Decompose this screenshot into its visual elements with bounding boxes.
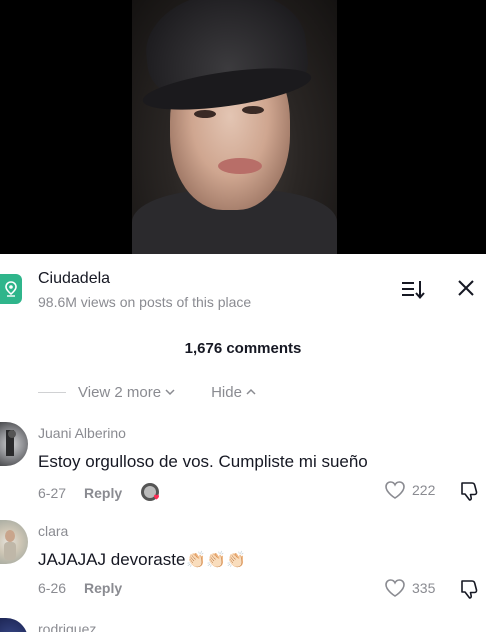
like-button[interactable]: 335 bbox=[384, 578, 435, 598]
avatar[interactable] bbox=[0, 422, 28, 466]
comment-text: Estoy orgulloso de vos. Cumpliste mi sue… bbox=[38, 452, 368, 471]
clapping-hands-emoji: 👏🏻👏🏻👏🏻 bbox=[186, 552, 247, 569]
sort-icon[interactable] bbox=[400, 278, 426, 300]
hide-replies-button[interactable]: Hide bbox=[211, 384, 256, 401]
map-pin-icon[interactable] bbox=[0, 274, 22, 304]
like-button[interactable]: 222 bbox=[384, 480, 435, 500]
chevron-down-icon bbox=[165, 389, 175, 396]
video-frame bbox=[132, 0, 337, 254]
comment-meta: 6-26 Reply bbox=[38, 580, 122, 596]
comment-username[interactable]: rodriguez bbox=[38, 621, 96, 632]
comment-username[interactable]: clara bbox=[38, 523, 68, 539]
reply-button[interactable]: Reply bbox=[84, 580, 122, 596]
comment-text: JAJAJAJ devoraste👏🏻👏🏻👏🏻 bbox=[38, 550, 246, 570]
comment-meta: 6-27 Reply bbox=[38, 482, 162, 504]
comment-date: 6-27 bbox=[38, 485, 67, 501]
dislike-icon[interactable] bbox=[458, 480, 480, 502]
avatar[interactable] bbox=[0, 618, 28, 632]
hide-label: Hide bbox=[211, 383, 242, 401]
view-more-label: View 2 more bbox=[78, 383, 162, 401]
comment-count: 1,676 comments bbox=[184, 340, 302, 357]
place-views: 98.6M views on posts of this place bbox=[38, 294, 252, 310]
thread-controls: View 2 more Hide bbox=[38, 382, 256, 402]
place-header: Ciudadela 98.6M views on posts of this p… bbox=[0, 254, 486, 322]
thread-divider bbox=[38, 391, 66, 393]
comment-text-body: JAJAJAJ devoraste bbox=[38, 550, 186, 569]
like-count: 222 bbox=[412, 482, 436, 498]
video-player[interactable] bbox=[0, 0, 486, 254]
heart-icon bbox=[385, 579, 405, 597]
comment-date: 6-26 bbox=[38, 580, 67, 596]
heart-icon bbox=[385, 481, 405, 499]
chevron-up-icon bbox=[246, 388, 256, 395]
view-more-replies-button[interactable]: View 2 more bbox=[78, 384, 175, 401]
creator-liked-badge bbox=[140, 482, 162, 504]
like-count: 335 bbox=[412, 580, 436, 596]
comment-username[interactable]: Juani Alberino bbox=[38, 425, 126, 441]
place-name[interactable]: Ciudadela bbox=[38, 270, 110, 288]
avatar[interactable] bbox=[0, 520, 28, 564]
reply-button[interactable]: Reply bbox=[84, 485, 122, 501]
video-subject-mouth bbox=[218, 158, 262, 174]
close-icon[interactable] bbox=[454, 276, 478, 300]
dislike-icon[interactable] bbox=[458, 578, 480, 600]
